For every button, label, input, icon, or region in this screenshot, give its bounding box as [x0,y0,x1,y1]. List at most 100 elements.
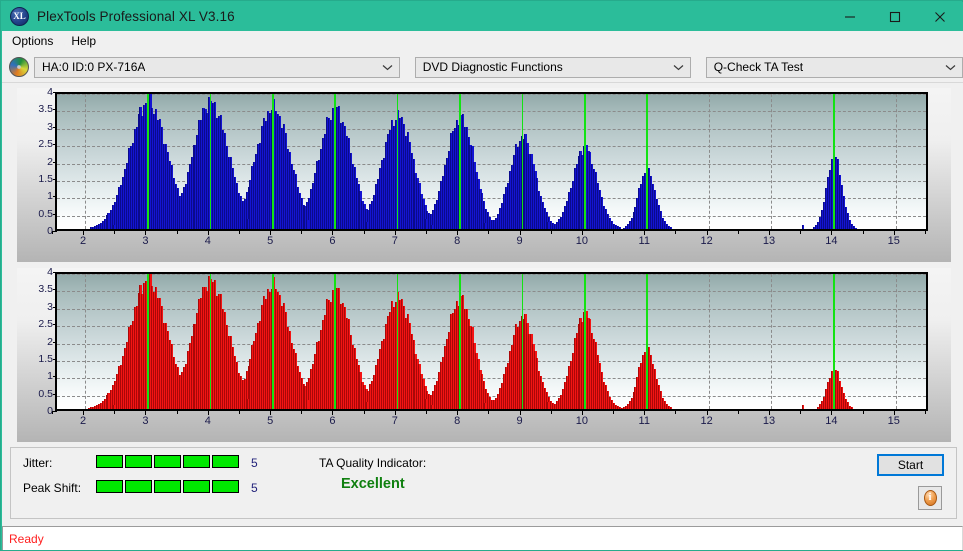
x-axis-tick [893,411,895,415]
x-axis-minor-tick [238,411,240,414]
chart-bar [608,404,612,409]
menu-item-help[interactable]: Help [63,32,104,51]
y-axis-tick-label: 3.5 [38,103,53,116]
marker-line [147,94,149,229]
x-axis-minor-tick [737,231,739,234]
x-axis-minor-tick [488,411,490,414]
meter-segment [183,455,210,468]
x-axis-tick-label: 12 [700,235,713,247]
menu-item-options[interactable]: Options [4,32,61,51]
function-select-value: DVD Diagnostic Functions [422,60,563,74]
chart-bar [484,402,487,409]
x-axis-tick-label: 13 [762,235,776,247]
y-axis-tick-label: 1.5 [38,352,53,365]
x-axis-tick-label: 6 [329,415,336,427]
y-axis-tick-label: 1.5 [38,172,53,185]
x-axis-tick [706,411,708,415]
maximize-icon[interactable] [872,2,917,31]
x-axis-tick-label: 7 [391,415,398,427]
info-button[interactable]: i [918,486,942,510]
chart-bar [484,222,487,229]
peak-shift-chart-y-axis: 0 0.5 1 1.5 2 2.5 3 3.5 4 [17,266,57,442]
x-axis-minor-tick [488,231,490,234]
x-axis-tick [270,411,272,415]
chevron-down-icon [382,58,393,77]
y-axis-tick [53,231,57,232]
x-axis-tick [332,411,334,415]
marker-line [396,94,399,229]
x-axis-tick-label: 9 [516,415,523,427]
y-axis-tick-label: 0.5 [38,387,53,400]
y-axis-tick-label: 3.5 [38,283,53,296]
chart-bar [306,220,309,229]
x-axis-minor-tick [301,411,303,414]
window-controls [827,2,962,31]
chart-bar [254,404,257,409]
x-axis-tick-label: 4 [204,415,211,427]
chart-bar [546,222,549,229]
grid-line [57,146,926,148]
status-text: Ready [9,531,44,546]
x-axis-tick-label: 7 [391,235,398,247]
x-axis-minor-tick [862,231,864,234]
marker-line [272,274,274,409]
x-axis-minor-tick [675,231,677,234]
x-axis-minor-tick [301,231,303,234]
grid-line [57,163,926,165]
info-icon: i [923,490,937,506]
start-button-label: Start [897,458,924,472]
x-axis-minor-tick [114,411,116,414]
x-axis-tick [207,231,209,235]
y-axis-tick-label: 2.5 [38,318,53,331]
chart-bar [850,407,853,409]
grid-line [85,274,87,409]
peak-shift-chart-plot [55,272,928,411]
x-axis-tick [581,231,583,235]
x-axis-tick-label: 3 [142,235,149,247]
marker-line [521,94,524,229]
chart-bar [306,400,309,409]
close-icon[interactable] [917,2,962,31]
marker-line [583,94,586,229]
meter-segment [125,480,152,493]
x-axis-tick [831,411,833,415]
status-bar: Ready [2,526,963,550]
drive-select[interactable]: HA:0 ID:0 PX-716A [34,56,400,78]
grid-line [708,94,710,229]
meter-segment [212,480,239,493]
meter-segment [154,455,181,468]
function-select[interactable]: DVD Diagnostic Functions [414,56,691,78]
x-axis-minor-tick [426,231,428,234]
minimize-icon[interactable] [827,2,872,31]
grid-line [85,94,87,229]
x-axis-tick-label: 15 [887,415,900,427]
grid-line [895,94,897,229]
chart-bar [553,405,557,409]
jitter-chart-panel: 0 0.5 1 1.5 2 2.5 3 3.5 4 2 3 4 5 6 7 8 9 10 11 12 13 14 15 [17,86,951,262]
x-axis-minor-tick [363,411,365,414]
x-axis-tick [394,231,396,235]
grid-line [57,128,926,130]
info-icon-glyph: i [928,492,932,503]
x-axis-tick-label: 11 [638,235,650,247]
chart-bar [424,398,428,409]
x-axis-tick [768,231,770,235]
grid-line [895,274,897,409]
grid-line [57,326,926,328]
chart-bar [365,402,368,409]
x-axis-tick-label: 11 [638,415,650,427]
x-axis-tick [145,411,147,415]
x-axis-tick-label: 9 [516,235,523,247]
x-axis-tick [207,411,209,415]
marker-line [583,274,586,409]
start-button[interactable]: Start [877,454,944,476]
meter-segment [96,455,123,468]
x-axis-tick [145,231,147,235]
x-axis-minor-tick [51,411,53,414]
x-axis-minor-tick [924,231,926,234]
test-select[interactable]: Q-Check TA Test [705,56,963,78]
chart-bar [618,227,621,229]
chart-bar [106,213,110,229]
x-axis-minor-tick [51,231,53,234]
grid-line [770,94,772,229]
